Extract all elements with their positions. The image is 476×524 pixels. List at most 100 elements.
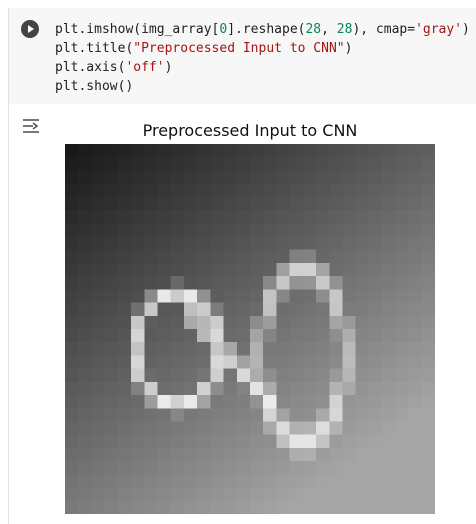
image-pixel — [408, 395, 423, 409]
image-pixel — [355, 434, 370, 449]
image-pixel — [342, 421, 356, 435]
image-pixel — [395, 302, 409, 317]
image-pixel — [223, 144, 238, 158]
image-pixel — [263, 183, 277, 198]
image-pixel — [183, 302, 198, 317]
image-pixel — [157, 223, 171, 237]
image-pixel — [117, 500, 132, 514]
image-pixel — [104, 196, 119, 211]
image-pixel — [342, 368, 356, 383]
image-pixel — [329, 170, 343, 184]
image-pixel — [342, 223, 356, 237]
output-toggle-icon[interactable] — [21, 116, 41, 136]
image-pixel — [302, 487, 317, 502]
image-pixel — [157, 434, 171, 449]
code-editor[interactable]: plt.imshow(img_array[0].reshape(28, 28),… — [9, 8, 476, 104]
image-pixel — [210, 474, 224, 488]
image-pixel — [395, 315, 409, 330]
image-pixel — [131, 262, 145, 277]
image-pixel — [91, 302, 105, 317]
image-pixel — [250, 342, 264, 356]
image-pixel — [78, 381, 92, 396]
image-pixel — [302, 183, 317, 198]
image-pixel — [289, 355, 304, 369]
image-pixel — [104, 381, 119, 396]
image-pixel — [289, 434, 304, 449]
image-pixel — [131, 381, 145, 396]
image-pixel — [329, 144, 343, 158]
image-pixel — [263, 342, 277, 356]
image-pixel — [289, 289, 304, 303]
image-pixel — [170, 276, 185, 290]
image-pixel — [91, 329, 105, 343]
image-pixel — [316, 302, 330, 317]
image-pixel — [104, 368, 119, 383]
image-pixel — [65, 461, 79, 475]
image-pixel — [368, 487, 383, 502]
image-pixel — [223, 381, 238, 396]
image-pixel — [316, 157, 330, 171]
image-pixel — [104, 408, 119, 422]
image-pixel — [131, 170, 145, 184]
image-pixel — [276, 329, 290, 343]
image-pixel — [263, 302, 277, 317]
image-pixel — [355, 170, 370, 184]
image-pixel — [144, 408, 158, 422]
image-pixel — [250, 183, 264, 198]
image-pixel — [329, 196, 343, 211]
image-pixel — [183, 315, 198, 330]
image-pixel — [408, 355, 423, 369]
image-pixel — [250, 368, 264, 383]
image-pixel — [183, 249, 198, 264]
image-pixel — [197, 196, 211, 211]
image-pixel — [302, 170, 317, 184]
image-pixel — [276, 315, 290, 330]
image-pixel — [183, 157, 198, 171]
image-pixel — [355, 329, 370, 343]
image-pixel — [117, 342, 132, 356]
image-pixel — [65, 262, 79, 277]
image-pixel — [210, 276, 224, 290]
image-pixel — [421, 157, 435, 171]
image-pixel — [263, 355, 277, 369]
image-pixel — [408, 249, 423, 264]
image-pixel — [250, 289, 264, 303]
image-pixel — [131, 342, 145, 356]
image-pixel — [302, 368, 317, 383]
image-pixel — [197, 461, 211, 475]
image-pixel — [78, 434, 92, 449]
image-pixel — [408, 368, 423, 383]
image-pixel — [408, 210, 423, 224]
image-pixel — [355, 368, 370, 383]
image-pixel — [117, 421, 132, 435]
image-pixel — [197, 289, 211, 303]
image-pixel — [131, 474, 145, 488]
image-pixel — [263, 315, 277, 330]
run-cell-button[interactable] — [21, 20, 39, 38]
code-text[interactable]: plt.imshow(img_array[0].reshape(28, 28),… — [55, 20, 470, 96]
image-pixel — [250, 487, 264, 502]
image-pixel — [183, 196, 198, 211]
image-pixel — [157, 408, 171, 422]
image-pixel — [65, 487, 79, 502]
image-pixel — [329, 236, 343, 250]
image-pixel — [157, 342, 171, 356]
image-pixel — [197, 487, 211, 502]
image-pixel — [170, 196, 185, 211]
image-pixel — [197, 368, 211, 383]
image-pixel — [183, 210, 198, 224]
image-pixel — [302, 157, 317, 171]
image-pixel — [421, 368, 435, 383]
image-pixel — [316, 249, 330, 264]
image-pixel — [289, 368, 304, 383]
image-pixel — [157, 500, 171, 514]
image-pixel — [183, 170, 198, 184]
image-pixel — [197, 447, 211, 462]
image-pixel — [382, 434, 396, 449]
image-pixel — [421, 289, 435, 303]
image-pixel — [157, 447, 171, 462]
image-pixel — [117, 368, 132, 383]
image-pixel — [302, 447, 317, 462]
image-pixel — [368, 474, 383, 488]
image-pixel — [65, 421, 79, 435]
